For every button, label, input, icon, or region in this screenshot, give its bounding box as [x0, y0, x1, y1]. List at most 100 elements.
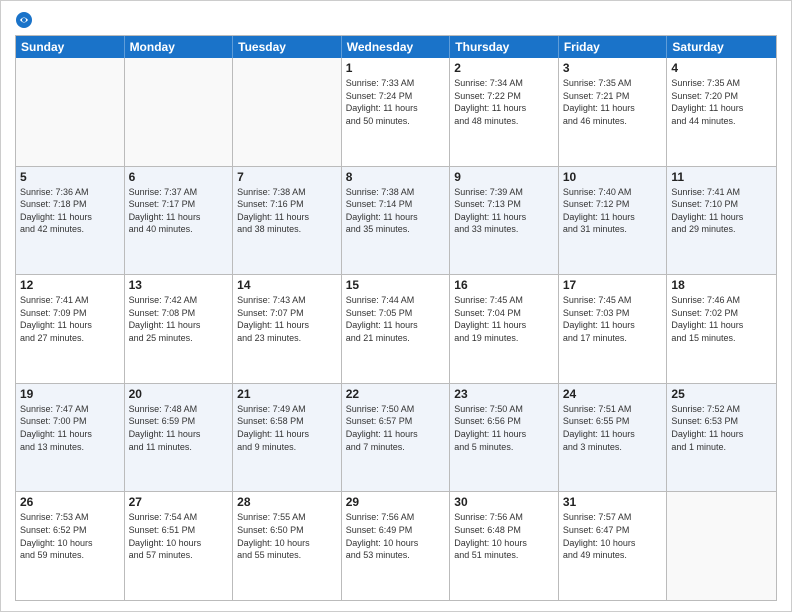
day-info: Sunrise: 7:56 AM Sunset: 6:48 PM Dayligh…: [454, 511, 554, 561]
day-info: Sunrise: 7:51 AM Sunset: 6:55 PM Dayligh…: [563, 403, 663, 453]
day-info: Sunrise: 7:40 AM Sunset: 7:12 PM Dayligh…: [563, 186, 663, 236]
day-number: 28: [237, 495, 337, 509]
day-number: 3: [563, 61, 663, 75]
calendar-day-14: 14 Sunrise: 7:43 AM Sunset: 7:07 PM Dayli…: [233, 275, 342, 383]
day-number: 23: [454, 387, 554, 401]
day-number: 10: [563, 170, 663, 184]
day-number: 2: [454, 61, 554, 75]
calendar-day-4: 4 Sunrise: 7:35 AM Sunset: 7:20 PM Daylig…: [667, 58, 776, 166]
calendar-day-11: 11 Sunrise: 7:41 AM Sunset: 7:10 PM Dayli…: [667, 167, 776, 275]
calendar-day-3: 3 Sunrise: 7:35 AM Sunset: 7:21 PM Daylig…: [559, 58, 668, 166]
calendar-day-27: 27 Sunrise: 7:54 AM Sunset: 6:51 PM Dayli…: [125, 492, 234, 600]
day-info: Sunrise: 7:54 AM Sunset: 6:51 PM Dayligh…: [129, 511, 229, 561]
day-info: Sunrise: 7:42 AM Sunset: 7:08 PM Dayligh…: [129, 294, 229, 344]
calendar-day-1: 1 Sunrise: 7:33 AM Sunset: 7:24 PM Daylig…: [342, 58, 451, 166]
calendar-week-5: 26 Sunrise: 7:53 AM Sunset: 6:52 PM Dayli…: [16, 491, 776, 600]
calendar-day-6: 6 Sunrise: 7:37 AM Sunset: 7:17 PM Daylig…: [125, 167, 234, 275]
day-number: 25: [671, 387, 772, 401]
day-number: 11: [671, 170, 772, 184]
calendar-page: SundayMondayTuesdayWednesdayThursdayFrid…: [0, 0, 792, 612]
day-info: Sunrise: 7:33 AM Sunset: 7:24 PM Dayligh…: [346, 77, 446, 127]
day-info: Sunrise: 7:43 AM Sunset: 7:07 PM Dayligh…: [237, 294, 337, 344]
day-number: 4: [671, 61, 772, 75]
day-info: Sunrise: 7:37 AM Sunset: 7:17 PM Dayligh…: [129, 186, 229, 236]
calendar-day-28: 28 Sunrise: 7:55 AM Sunset: 6:50 PM Dayli…: [233, 492, 342, 600]
calendar-week-2: 5Sunrise: 7:36 AM Sunset: 7:18 PM Daylig…: [16, 166, 776, 275]
day-number: 27: [129, 495, 229, 509]
day-info: Sunrise: 7:34 AM Sunset: 7:22 PM Dayligh…: [454, 77, 554, 127]
calendar-day-21: 21Sunrise: 7:49 AM Sunset: 6:58 PM Dayli…: [233, 384, 342, 492]
weekday-header-friday: Friday: [559, 36, 668, 58]
day-number: 13: [129, 278, 229, 292]
calendar-day-12: 12 Sunrise: 7:41 AM Sunset: 7:09 PM Dayli…: [16, 275, 125, 383]
header: [15, 11, 777, 29]
calendar-day-23: 23 Sunrise: 7:50 AM Sunset: 6:56 PM Dayli…: [450, 384, 559, 492]
logo: [15, 11, 35, 29]
calendar-day-empty: [667, 492, 776, 600]
day-number: 16: [454, 278, 554, 292]
calendar-day-empty: [233, 58, 342, 166]
weekday-header-thursday: Thursday: [450, 36, 559, 58]
calendar-day-31: 31 Sunrise: 7:57 AM Sunset: 6:47 PM Dayli…: [559, 492, 668, 600]
day-info: Sunrise: 7:56 AM Sunset: 6:49 PM Dayligh…: [346, 511, 446, 561]
calendar-day-19: 19 Sunrise: 7:47 AM Sunset: 7:00 PM Dayli…: [16, 384, 125, 492]
day-number: 7: [237, 170, 337, 184]
day-number: 30: [454, 495, 554, 509]
day-number: 17: [563, 278, 663, 292]
calendar-day-29: 29 Sunrise: 7:56 AM Sunset: 6:49 PM Dayli…: [342, 492, 451, 600]
calendar-day-15: 15Sunrise: 7:44 AM Sunset: 7:05 PM Dayli…: [342, 275, 451, 383]
day-number: 21: [237, 387, 337, 401]
day-info: Sunrise: 7:38 AM Sunset: 7:16 PM Dayligh…: [237, 186, 337, 236]
calendar-day-7: 7 Sunrise: 7:38 AM Sunset: 7:16 PM Daylig…: [233, 167, 342, 275]
weekday-header-monday: Monday: [125, 36, 234, 58]
day-info: Sunrise: 7:50 AM Sunset: 6:56 PM Dayligh…: [454, 403, 554, 453]
calendar-day-9: 9Sunrise: 7:39 AM Sunset: 7:13 PM Daylig…: [450, 167, 559, 275]
day-info: Sunrise: 7:53 AM Sunset: 6:52 PM Dayligh…: [20, 511, 120, 561]
day-info: Sunrise: 7:41 AM Sunset: 7:09 PM Dayligh…: [20, 294, 120, 344]
day-info: Sunrise: 7:48 AM Sunset: 6:59 PM Dayligh…: [129, 403, 229, 453]
day-info: Sunrise: 7:35 AM Sunset: 7:20 PM Dayligh…: [671, 77, 772, 127]
calendar-day-empty: [125, 58, 234, 166]
calendar-day-30: 30 Sunrise: 7:56 AM Sunset: 6:48 PM Dayli…: [450, 492, 559, 600]
weekday-header-wednesday: Wednesday: [342, 36, 451, 58]
calendar: SundayMondayTuesdayWednesdayThursdayFrid…: [15, 35, 777, 601]
day-info: Sunrise: 7:55 AM Sunset: 6:50 PM Dayligh…: [237, 511, 337, 561]
weekday-header-saturday: Saturday: [667, 36, 776, 58]
day-info: Sunrise: 7:50 AM Sunset: 6:57 PM Dayligh…: [346, 403, 446, 453]
day-number: 18: [671, 278, 772, 292]
calendar-day-16: 16 Sunrise: 7:45 AM Sunset: 7:04 PM Dayli…: [450, 275, 559, 383]
day-number: 1: [346, 61, 446, 75]
calendar-body: 1 Sunrise: 7:33 AM Sunset: 7:24 PM Daylig…: [16, 58, 776, 600]
day-info: Sunrise: 7:36 AM Sunset: 7:18 PM Dayligh…: [20, 186, 120, 236]
day-info: Sunrise: 7:45 AM Sunset: 7:03 PM Dayligh…: [563, 294, 663, 344]
calendar-header: SundayMondayTuesdayWednesdayThursdayFrid…: [16, 36, 776, 58]
calendar-day-10: 10 Sunrise: 7:40 AM Sunset: 7:12 PM Dayli…: [559, 167, 668, 275]
day-info: Sunrise: 7:45 AM Sunset: 7:04 PM Dayligh…: [454, 294, 554, 344]
day-info: Sunrise: 7:41 AM Sunset: 7:10 PM Dayligh…: [671, 186, 772, 236]
day-number: 8: [346, 170, 446, 184]
calendar-day-18: 18 Sunrise: 7:46 AM Sunset: 7:02 PM Dayli…: [667, 275, 776, 383]
day-number: 14: [237, 278, 337, 292]
calendar-day-24: 24 Sunrise: 7:51 AM Sunset: 6:55 PM Dayli…: [559, 384, 668, 492]
day-number: 31: [563, 495, 663, 509]
day-number: 12: [20, 278, 120, 292]
day-number: 26: [20, 495, 120, 509]
day-info: Sunrise: 7:52 AM Sunset: 6:53 PM Dayligh…: [671, 403, 772, 453]
day-number: 24: [563, 387, 663, 401]
calendar-day-17: 17 Sunrise: 7:45 AM Sunset: 7:03 PM Dayli…: [559, 275, 668, 383]
day-number: 6: [129, 170, 229, 184]
calendar-day-25: 25 Sunrise: 7:52 AM Sunset: 6:53 PM Dayli…: [667, 384, 776, 492]
day-number: 15: [346, 278, 446, 292]
day-info: Sunrise: 7:35 AM Sunset: 7:21 PM Dayligh…: [563, 77, 663, 127]
calendar-day-8: 8Sunrise: 7:38 AM Sunset: 7:14 PM Daylig…: [342, 167, 451, 275]
calendar-week-3: 12 Sunrise: 7:41 AM Sunset: 7:09 PM Dayli…: [16, 274, 776, 383]
day-number: 20: [129, 387, 229, 401]
day-number: 19: [20, 387, 120, 401]
day-number: 9: [454, 170, 554, 184]
day-number: 22: [346, 387, 446, 401]
logo-icon: [15, 11, 33, 29]
day-info: Sunrise: 7:57 AM Sunset: 6:47 PM Dayligh…: [563, 511, 663, 561]
day-info: Sunrise: 7:47 AM Sunset: 7:00 PM Dayligh…: [20, 403, 120, 453]
day-number: 29: [346, 495, 446, 509]
day-info: Sunrise: 7:46 AM Sunset: 7:02 PM Dayligh…: [671, 294, 772, 344]
